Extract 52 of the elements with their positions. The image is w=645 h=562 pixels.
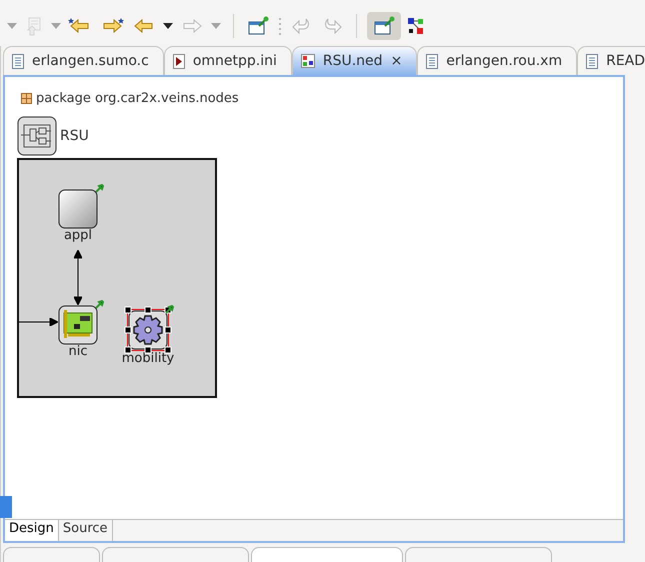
panel-tab[interactable] — [3, 547, 100, 562]
resize-handle[interactable] — [144, 346, 152, 354]
editor-mode-tab[interactable]: Source — [58, 520, 113, 541]
connection-arrow — [19, 318, 58, 326]
editor-tab[interactable]: RSU.ned × — [292, 46, 418, 76]
caret-icon — [162, 22, 174, 30]
resize-handle[interactable] — [164, 326, 172, 334]
resize-handle[interactable] — [124, 326, 132, 334]
module-name: RSU — [60, 128, 89, 144]
caret-icon — [210, 22, 222, 30]
editor-mode-tab[interactable]: Design — [5, 520, 59, 541]
close-tab-button[interactable]: × — [390, 53, 402, 70]
package-icon — [21, 93, 32, 104]
submodule-label: appl — [64, 228, 92, 244]
submodule-label: nic — [68, 344, 88, 360]
submodule[interactable]: mobility — [113, 304, 183, 366]
caret-icon — [6, 22, 18, 30]
submodule-label: mobility — [122, 351, 174, 366]
caret-icon — [50, 22, 62, 30]
editor-tab[interactable]: READ — [577, 46, 645, 76]
pin-icon — [165, 305, 174, 314]
toolbar-grip-icon — [278, 16, 282, 36]
module-icon — [58, 189, 98, 230]
connection-arrow — [74, 250, 82, 306]
text-file-icon — [586, 54, 598, 69]
panel-tab[interactable] — [102, 547, 249, 562]
panel-tab[interactable] — [251, 547, 403, 562]
pin-icon — [95, 184, 104, 194]
connected-nodes-icon — [406, 16, 426, 36]
pin-icon — [95, 300, 104, 310]
editor-tab[interactable]: erlangen.rou.xm — [417, 46, 578, 76]
gear-icon — [128, 310, 168, 350]
resize-handle[interactable] — [124, 306, 132, 314]
resize-handle[interactable] — [164, 346, 172, 354]
text-file-icon — [426, 54, 438, 69]
submodule[interactable]: appl — [43, 183, 113, 244]
window-pin-icon — [373, 16, 395, 36]
toolbar-button[interactable] — [367, 12, 401, 40]
ned-file-icon — [300, 54, 315, 68]
ini-file-icon — [172, 54, 185, 69]
submodule[interactable]: nic — [43, 299, 113, 360]
editor-tab[interactable]: omnetpp.ini — [164, 46, 292, 76]
package-declaration: package org.car2x.veins.nodes — [36, 91, 239, 106]
compound-module[interactable]: appl nic mobility — [17, 158, 217, 398]
network-card-icon — [58, 305, 98, 346]
resize-handle[interactable] — [144, 306, 152, 314]
window-pin-icon — [247, 16, 269, 36]
text-file-icon — [12, 54, 24, 69]
resize-handle[interactable] — [124, 346, 132, 354]
compound-module-icon — [17, 116, 57, 156]
panel-tab[interactable] — [405, 547, 552, 562]
editor-tab[interactable]: erlangen.sumo.c — [3, 46, 164, 76]
